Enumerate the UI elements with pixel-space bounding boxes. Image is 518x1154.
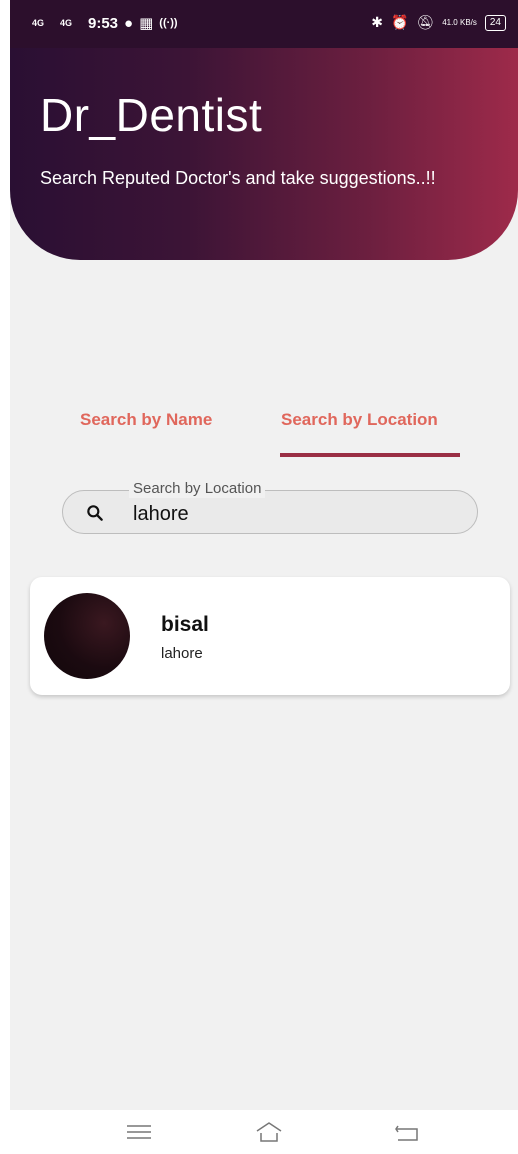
tab-search-by-location[interactable]: Search by Location xyxy=(281,410,438,430)
bluetooth-icon: ✱ xyxy=(371,14,383,30)
network-label-2: 4G xyxy=(60,17,73,28)
doctor-name: bisal xyxy=(161,613,209,636)
menu-icon[interactable] xyxy=(124,1120,154,1144)
avatar xyxy=(44,593,130,679)
home-icon[interactable] xyxy=(254,1120,284,1144)
hotspot-icon: ((·)) xyxy=(159,17,178,29)
status-time: 9:53 xyxy=(88,14,119,32)
status-bar: 4G 4G 9:53 ● ▦ ((·)) ✱ ⏰ 🔕︎ 41.0 KB/s 24 xyxy=(10,0,518,48)
back-icon[interactable] xyxy=(392,1120,422,1144)
network-speed: 41.0 KB/s xyxy=(442,17,477,27)
network-indicator-1: 4G xyxy=(32,17,54,28)
network-label-1: 4G xyxy=(32,17,45,28)
alarm-icon: ⏰ xyxy=(390,14,409,30)
search-input[interactable]: Search by Location lahore xyxy=(62,480,478,534)
vpn-icon: ● xyxy=(124,14,134,32)
doctor-location: lahore xyxy=(161,645,203,662)
tab-search-by-name[interactable]: Search by Name xyxy=(80,410,212,430)
active-tab-indicator xyxy=(280,453,460,457)
app-screen: 4G 4G 9:53 ● ▦ ((·)) ✱ ⏰ 🔕︎ 41.0 KB/s 24… xyxy=(10,0,518,1110)
status-left: 4G 4G 9:53 ● ▦ ((·)) xyxy=(32,14,178,33)
battery-indicator: 24 xyxy=(484,14,506,31)
search-input-value[interactable]: lahore xyxy=(133,503,189,526)
status-right: ✱ ⏰ 🔕︎ 41.0 KB/s 24 xyxy=(371,14,506,31)
app-notification-icon: ▦ xyxy=(139,15,154,32)
app-title: Dr_Dentist xyxy=(40,89,263,141)
network-indicator-2: 4G xyxy=(60,17,82,28)
system-navigation-bar xyxy=(0,1110,518,1154)
silent-icon: 🔕︎ xyxy=(416,14,435,30)
doctor-result-card[interactable]: bisal lahore xyxy=(30,577,510,695)
search-icon xyxy=(87,505,103,521)
app-subtitle: Search Reputed Doctor's and take suggest… xyxy=(40,168,436,188)
search-input-label: Search by Location xyxy=(129,480,266,498)
